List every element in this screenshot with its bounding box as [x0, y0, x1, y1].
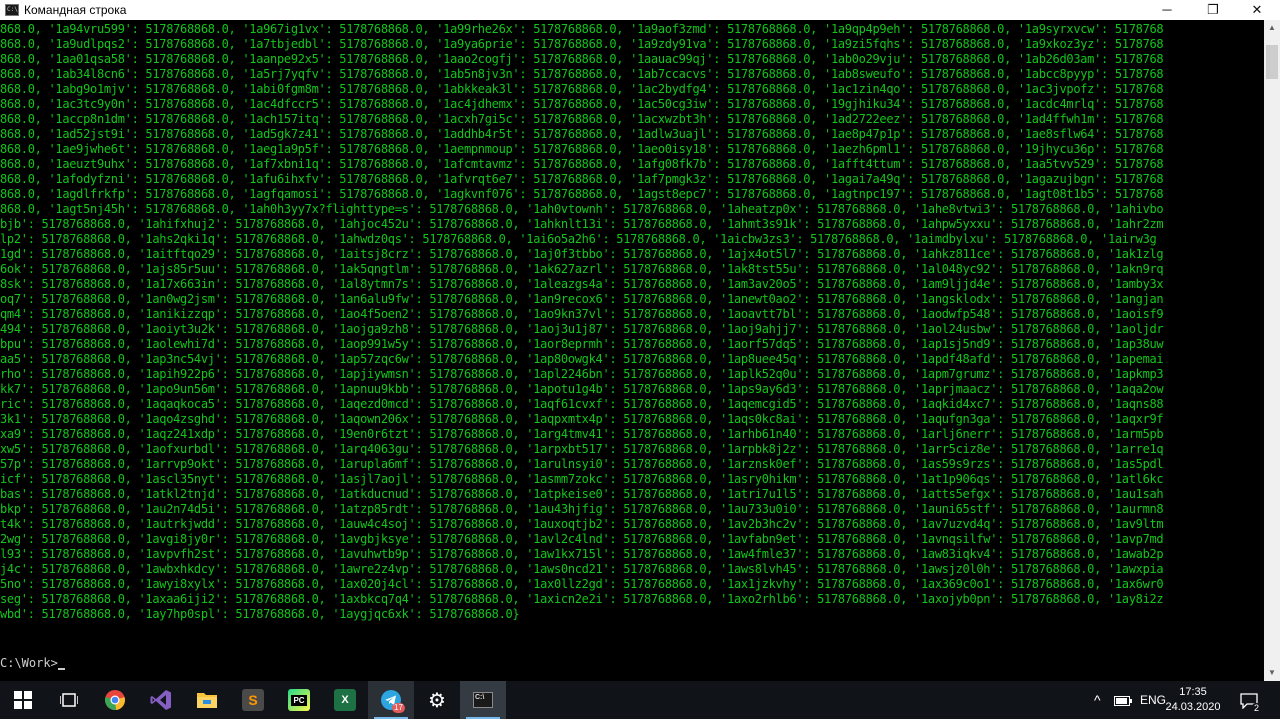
task-view-icon — [60, 693, 78, 707]
telegram-app[interactable]: 17 — [368, 681, 414, 719]
scroll-up-arrow-icon[interactable]: ▲ — [1264, 20, 1280, 36]
console-line: seg': 5178768868.0, '1axaa6iji2': 517876… — [0, 592, 1164, 606]
console-line: 868.0, '1agt5nj45h': 5178768868.0, '1ah0… — [0, 202, 1164, 216]
console-line: 868.0, '1accp8n1dm': 5178768868.0, '1ach… — [0, 112, 1164, 126]
text-cursor — [57, 668, 65, 670]
console-line: icf': 5178768868.0, '1ascl35nyt': 517876… — [0, 472, 1164, 486]
console-output[interactable]: 868.0, '1a94vru599': 5178768868.0, '1a96… — [0, 20, 1264, 681]
console-line: t4k': 5178768868.0, '1autrkjwdd': 517876… — [0, 517, 1164, 531]
console-line: oq7': 5178768868.0, '1an0wg2jsm': 517876… — [0, 292, 1164, 306]
pycharm-app[interactable]: PC — [276, 681, 322, 719]
console-line: 6ok': 5178768868.0, '1ajs85r5uu': 517876… — [0, 262, 1164, 276]
console-line: lp2': 5178768868.0, '1ahs2qki1q': 517876… — [0, 232, 1157, 246]
console-line: 868.0, '1ae9jwhe6t': 5178768868.0, '1aeg… — [0, 142, 1164, 156]
console-line: qm4': 5178768868.0, '1anikizzqp': 517876… — [0, 307, 1164, 321]
clock-time: 17:35 — [1179, 686, 1207, 698]
console-line: 3k1': 5178768868.0, '1aqo4zsghd': 517876… — [0, 412, 1164, 426]
telegram-unread-badge: 17 — [392, 703, 405, 713]
visual-studio-app[interactable] — [138, 681, 184, 719]
console-line: bpu': 5178768868.0, '1aolewhi7d': 517876… — [0, 337, 1164, 351]
windows-logo-icon — [14, 691, 32, 709]
excel-app[interactable]: X — [322, 681, 368, 719]
console-line: 868.0, '1abg9o1mjv': 5178768868.0, '1abi… — [0, 82, 1164, 96]
console-line: bas': 5178768868.0, '1atkl2tnjd': 517876… — [0, 487, 1164, 501]
prompt-text: C:\Work> — [0, 656, 58, 670]
sublime-text-app[interactable]: S — [230, 681, 276, 719]
console-line: 868.0, '1aeuzt9uhx': 5178768868.0, '1af7… — [0, 157, 1164, 171]
folder-icon — [197, 693, 217, 708]
console-line: 494': 5178768868.0, '1aoiyt3u2k': 517876… — [0, 322, 1164, 336]
console-line: bjb': 5178768868.0, '1ahifxhuj2': 517876… — [0, 217, 1164, 231]
console-line: 868.0, '1ab34l8cn6': 5178768868.0, '1a5r… — [0, 67, 1164, 81]
minimize-button[interactable]: ─ — [1144, 0, 1190, 20]
console-line: xw5': 5178768868.0, '1aofxurbdl': 517876… — [0, 442, 1164, 456]
taskbar: S PC X 17 ⚙ C:\ ^ ENG 17:35 24.03.2020 2 — [0, 681, 1280, 719]
sublime-text-icon: S — [242, 689, 264, 711]
console-line: 57p': 5178768868.0, '1arrvp9okt': 517876… — [0, 457, 1164, 471]
console-line: 868.0, '1afodyfzni': 5178768868.0, '1afu… — [0, 172, 1164, 186]
maximize-button[interactable]: ❐ — [1190, 0, 1236, 20]
console-line: 868.0, '1ac3tc9y0n': 5178768868.0, '1ac4… — [0, 97, 1164, 111]
pycharm-icon: PC — [288, 689, 310, 711]
console-line: 868.0, '1agdlfrkfp': 5178768868.0, '1agf… — [0, 187, 1164, 201]
console-line: ric': 5178768868.0, '1aqaqkoca5': 517876… — [0, 397, 1164, 411]
notification-count-badge: 2 — [1251, 703, 1262, 714]
settings-app[interactable]: ⚙ — [414, 681, 460, 719]
gear-icon: ⚙ — [428, 689, 446, 712]
command-prompt[interactable]: C:\Work> — [0, 656, 65, 671]
file-explorer-app[interactable] — [184, 681, 230, 719]
console-line: wbd': 5178768868.0, '1ay7hp0spl': 517876… — [0, 607, 520, 621]
chrome-app[interactable] — [92, 681, 138, 719]
task-view-button[interactable] — [46, 681, 92, 719]
cmd-taskbar-icon: C:\ — [473, 692, 493, 708]
visual-studio-icon — [150, 690, 171, 710]
battery-icon[interactable] — [1114, 681, 1132, 719]
console-line: l93': 5178768868.0, '1avpvfh2st': 517876… — [0, 547, 1164, 561]
console-line: aa5': 5178768868.0, '1ap3nc54vj': 517876… — [0, 352, 1164, 366]
console-line: rho': 5178768868.0, '1apih922p6': 517876… — [0, 367, 1164, 381]
cmd-app[interactable]: C:\ — [460, 681, 506, 719]
console-line: kk7': 5178768868.0, '1apo9un56m': 517876… — [0, 382, 1164, 396]
console-line: 2wg': 5178768868.0, '1avgi8jy0r': 517876… — [0, 532, 1164, 546]
show-hidden-icons-chevron-icon[interactable]: ^ — [1094, 681, 1101, 719]
window-title: Командная строка — [24, 3, 127, 17]
scrollbar-thumb[interactable] — [1266, 45, 1278, 79]
console-line: 868.0, '1aa01qsa58': 5178768868.0, '1aan… — [0, 52, 1164, 66]
cmd-icon — [5, 4, 19, 16]
console-line: j4c': 5178768868.0, '1awbxhkdcy': 517876… — [0, 562, 1164, 576]
console-line: 5no': 5178768868.0, '1awyi8xylx': 517876… — [0, 577, 1164, 591]
vertical-scrollbar[interactable]: ▲ ▼ — [1264, 20, 1280, 681]
console-line: 1gd': 5178768868.0, '1aitftqo29': 517876… — [0, 247, 1164, 261]
close-button[interactable]: ✕ — [1234, 0, 1280, 20]
console-line: 868.0, '1a94vru599': 5178768868.0, '1a96… — [0, 22, 1164, 36]
console-line: 8sk': 5178768868.0, '1a17x663in': 517876… — [0, 277, 1164, 291]
console-line: bkp': 5178768868.0, '1au2n74d5i': 517876… — [0, 502, 1164, 516]
excel-icon: X — [334, 689, 356, 711]
console-line: 868.0, '1ad52jst9i': 5178768868.0, '1ad5… — [0, 127, 1164, 141]
start-button[interactable] — [0, 681, 46, 719]
chrome-icon — [105, 690, 125, 711]
clock-date: 24.03.2020 — [1165, 701, 1221, 713]
console-line: xa9': 5178768868.0, '1aqz241xdp': 517876… — [0, 427, 1164, 441]
console-line: 868.0, '1a9udlpqs2': 5178768868.0, '1a7t… — [0, 37, 1164, 51]
scroll-down-arrow-icon[interactable]: ▼ — [1264, 665, 1280, 681]
console-text: 868.0, '1a94vru599': 5178768868.0, '1a96… — [0, 22, 1164, 622]
clock[interactable]: 17:35 24.03.2020 — [1163, 685, 1223, 715]
window-titlebar[interactable]: Командная строка ─ ❐ ✕ — [0, 0, 1280, 20]
